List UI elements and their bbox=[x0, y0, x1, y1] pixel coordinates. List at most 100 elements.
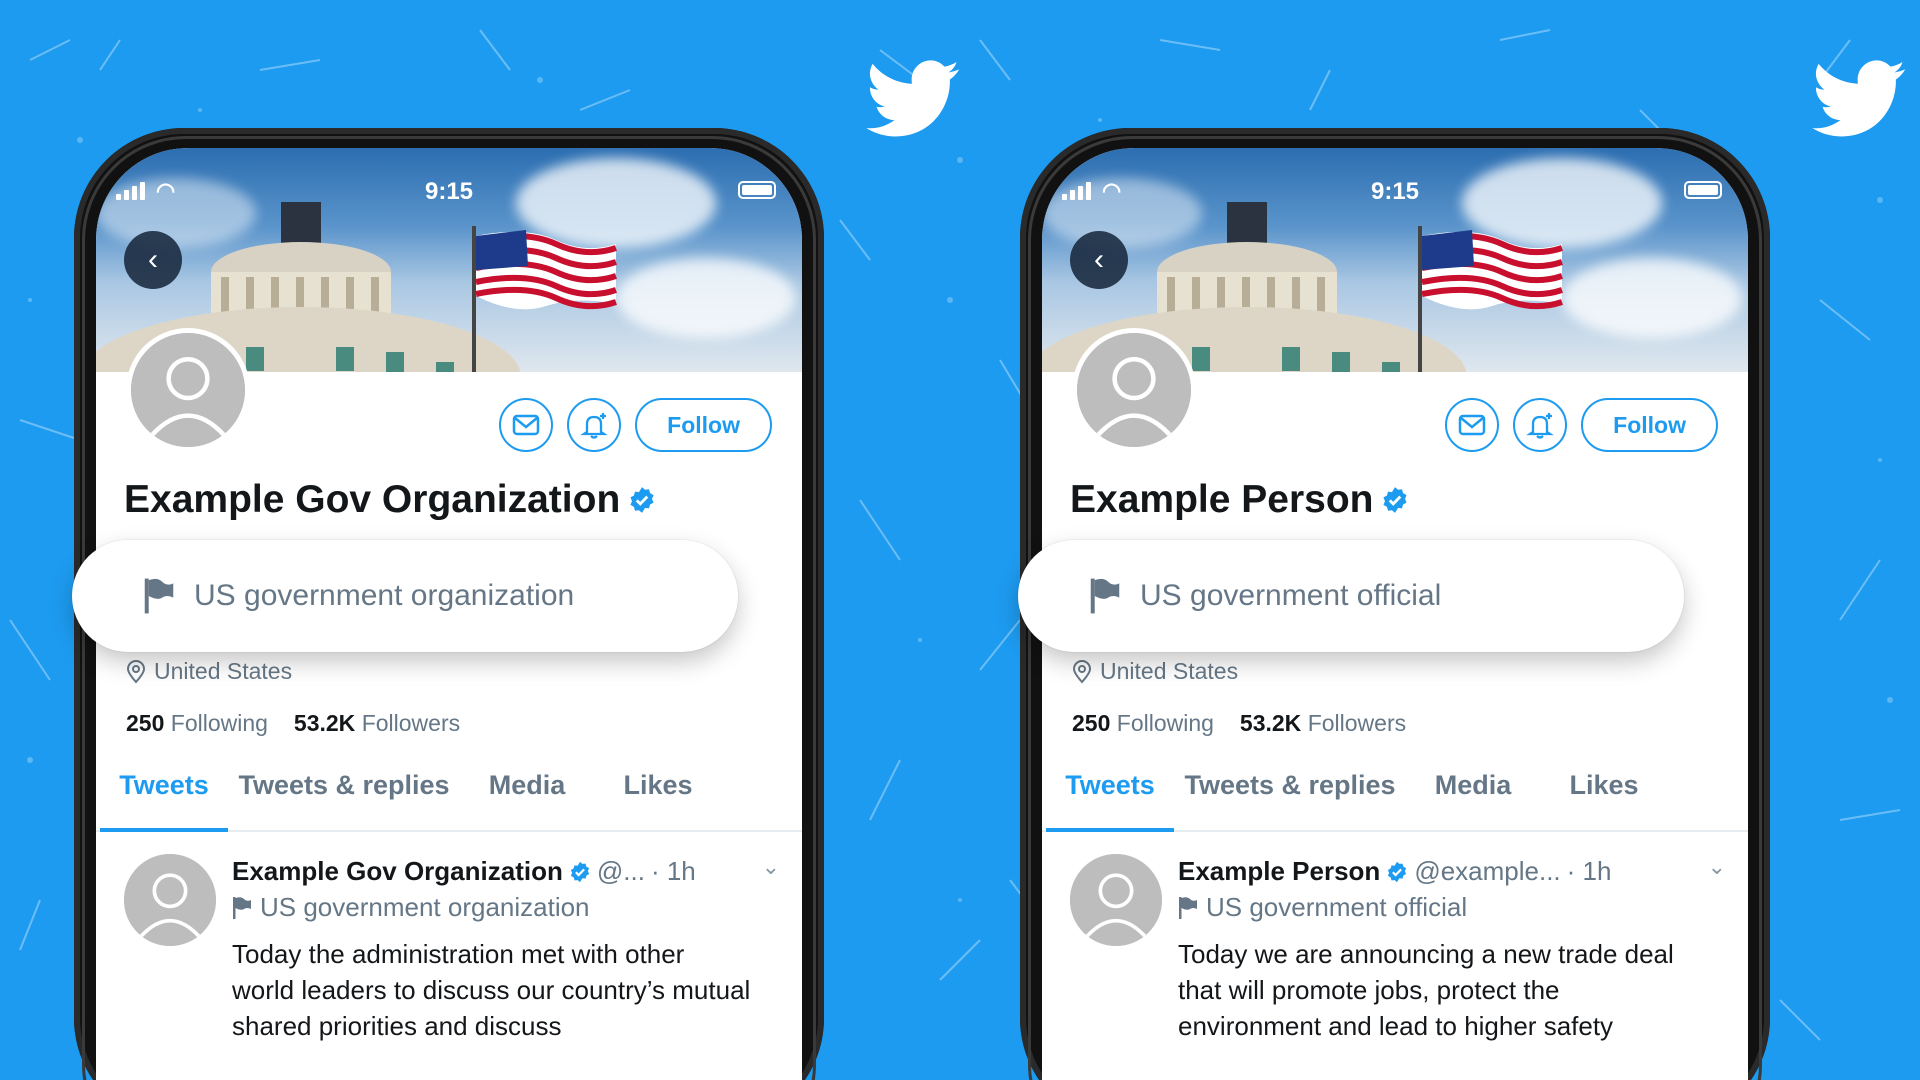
flag-icon bbox=[144, 578, 174, 614]
tweet-time: · 1h bbox=[1566, 856, 1612, 886]
flag-icon bbox=[233, 896, 251, 919]
profile-stats: 250 Following 53.2K Followers bbox=[1072, 710, 1406, 737]
tweet-header: Example Gov Organization @... · 1h bbox=[232, 856, 696, 887]
verified-badge-icon bbox=[1388, 861, 1407, 882]
signal-icon bbox=[116, 182, 145, 200]
profile-stats: 250 Following 53.2K Followers bbox=[126, 710, 460, 737]
mail-icon bbox=[1458, 414, 1486, 436]
followers-stat[interactable]: 53.2K Followers bbox=[294, 710, 460, 737]
verified-badge-icon bbox=[1383, 487, 1408, 513]
tweet-gov-label: US government organization bbox=[232, 892, 590, 923]
profile-actions: Follow bbox=[1445, 398, 1718, 452]
following-stat[interactable]: 250 Following bbox=[1072, 710, 1214, 737]
flag-icon bbox=[1090, 578, 1120, 614]
tab-likes[interactable]: Likes bbox=[1540, 770, 1668, 830]
mail-icon bbox=[512, 414, 540, 436]
following-label: Following bbox=[1116, 710, 1214, 736]
location-pin-icon bbox=[126, 659, 146, 684]
chevron-down-icon[interactable]: ⌄ bbox=[1708, 854, 1726, 880]
status-time: 9:15 bbox=[424, 178, 474, 205]
profile-location: United States bbox=[1072, 658, 1238, 685]
following-count: 250 bbox=[126, 710, 165, 736]
battery-icon bbox=[738, 181, 776, 199]
profile-actions: Follow bbox=[499, 398, 772, 452]
notify-button[interactable] bbox=[1513, 398, 1568, 452]
wifi-icon: ◠ bbox=[1102, 178, 1122, 203]
default-avatar-icon bbox=[1070, 854, 1162, 946]
tweet-author-name[interactable]: Example Gov Organization bbox=[232, 856, 563, 887]
location-text: United States bbox=[154, 658, 293, 684]
tweet-header: Example Person @example... · 1h bbox=[1178, 856, 1611, 887]
status-time: 9:15 bbox=[1370, 178, 1420, 205]
profile-name: Example Person bbox=[1070, 478, 1374, 521]
bell-plus-icon bbox=[580, 413, 608, 439]
tweet-handle: @example... bbox=[1414, 856, 1561, 886]
battery-icon bbox=[1684, 181, 1722, 199]
profile-tabs: Tweets Tweets & replies Media Likes bbox=[1042, 770, 1748, 832]
tweet-avatar[interactable] bbox=[124, 854, 216, 946]
government-label-pill: US government organization bbox=[72, 540, 738, 652]
profile-avatar[interactable] bbox=[1072, 328, 1196, 452]
profile-tabs: Tweets Tweets & replies Media Likes bbox=[96, 770, 802, 832]
tweet-handle: @... bbox=[596, 856, 645, 886]
follow-button[interactable]: Follow bbox=[1581, 398, 1718, 452]
chevron-down-icon[interactable]: ⌄ bbox=[762, 854, 780, 880]
back-button[interactable]: ‹ bbox=[124, 231, 182, 289]
tweet-text: Today we are announcing a new trade deal… bbox=[1178, 939, 1674, 1041]
followers-stat[interactable]: 53.2K Followers bbox=[1240, 710, 1406, 737]
follow-button[interactable]: Follow bbox=[635, 398, 772, 452]
tweet-author-name[interactable]: Example Person bbox=[1178, 856, 1380, 887]
followers-label: Followers bbox=[1307, 710, 1407, 736]
profile-location: United States bbox=[126, 658, 292, 685]
back-button[interactable]: ‹ bbox=[1070, 231, 1128, 289]
profile-avatar[interactable] bbox=[126, 328, 250, 452]
tab-tweets[interactable]: Tweets bbox=[100, 770, 228, 832]
tweet-time: · 1h bbox=[650, 856, 696, 886]
message-button[interactable] bbox=[1445, 398, 1500, 452]
profile-name: Example Gov Organization bbox=[124, 478, 621, 521]
tweet-label-text: US government organization bbox=[260, 892, 590, 922]
back-arrow-icon: ‹ bbox=[1094, 243, 1104, 276]
bell-plus-icon bbox=[1526, 413, 1554, 439]
wifi-icon: ◠ bbox=[156, 178, 176, 203]
tab-tweets[interactable]: Tweets bbox=[1046, 770, 1174, 832]
government-label-text: US government organization bbox=[194, 579, 575, 612]
profile-name-row: Example Gov Organization bbox=[124, 478, 656, 522]
government-label-text: US government official bbox=[1140, 579, 1442, 612]
following-label: Following bbox=[170, 710, 268, 736]
default-avatar-icon bbox=[1077, 333, 1191, 447]
default-avatar-icon bbox=[124, 854, 216, 946]
profile-name-row: Example Person bbox=[1070, 478, 1409, 522]
followers-count: 53.2K bbox=[293, 710, 356, 736]
location-pin-icon bbox=[1072, 659, 1092, 684]
tab-media[interactable]: Media bbox=[1406, 770, 1540, 830]
location-text: United States bbox=[1100, 658, 1239, 684]
tweet-avatar[interactable] bbox=[1070, 854, 1162, 946]
following-count: 250 bbox=[1072, 710, 1111, 736]
verified-badge-icon bbox=[570, 861, 589, 882]
back-arrow-icon: ‹ bbox=[148, 243, 158, 276]
tab-likes[interactable]: Likes bbox=[594, 770, 722, 830]
tab-tweets-replies[interactable]: Tweets & replies bbox=[1174, 770, 1406, 830]
twitter-bird-icon bbox=[866, 60, 962, 138]
government-label-pill: US government official bbox=[1018, 540, 1684, 652]
tab-media[interactable]: Media bbox=[460, 770, 594, 830]
message-button[interactable] bbox=[499, 398, 554, 452]
notify-button[interactable] bbox=[567, 398, 622, 452]
status-bar: ◠ 9:15 bbox=[1042, 178, 1748, 206]
verified-badge-icon bbox=[630, 487, 654, 513]
tweet-label-text: US government official bbox=[1206, 892, 1468, 922]
tweet-gov-label: US government official bbox=[1178, 892, 1467, 923]
twitter-bird-icon bbox=[1812, 60, 1908, 138]
us-flag bbox=[1412, 226, 1572, 372]
default-avatar-icon bbox=[131, 333, 245, 447]
tab-tweets-replies[interactable]: Tweets & replies bbox=[228, 770, 460, 830]
following-stat[interactable]: 250 Following bbox=[126, 710, 268, 737]
followers-count: 53.2K bbox=[1239, 710, 1302, 736]
us-flag bbox=[466, 226, 626, 372]
followers-label: Followers bbox=[361, 710, 461, 736]
flag-icon bbox=[1179, 896, 1197, 919]
tweet-text: Today the administration met with other … bbox=[232, 939, 751, 1041]
status-bar: ◠ 9:15 bbox=[96, 178, 802, 206]
signal-icon bbox=[1062, 182, 1091, 200]
